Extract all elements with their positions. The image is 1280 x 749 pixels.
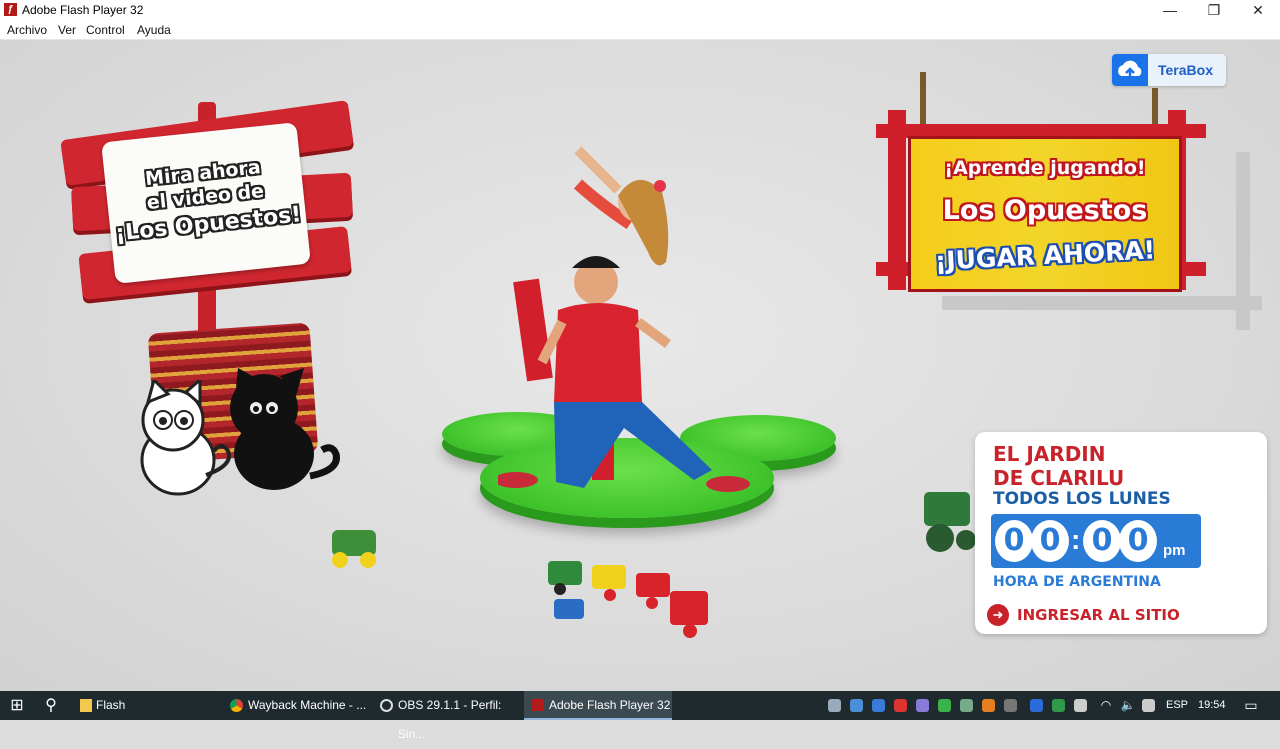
play-now-sign[interactable]: ¡Aprende jugando! Los Opuestos ¡JUGAR AH…	[908, 136, 1182, 292]
show-title-line-1: EL JARDIN	[993, 442, 1106, 466]
display-tray-icon[interactable]	[1142, 699, 1155, 712]
show-title: EL JARDIN DE CLARILU	[993, 442, 1124, 490]
performers-illustration	[498, 146, 750, 492]
taskbar-item-wayback[interactable]: Wayback Machine - ...	[222, 691, 368, 720]
search-icon[interactable]: ⚲	[36, 691, 66, 720]
watch-video-sign[interactable]: Mira ahora el video de ¡Los Opuestos!	[101, 122, 311, 284]
black-cat-icon	[230, 368, 340, 490]
play-sign-line-1: ¡Aprende jugando!	[944, 157, 1146, 179]
chrome-icon	[230, 699, 243, 712]
wifi-icon[interactable]: ◠	[1096, 691, 1116, 720]
window-title-bar: ƒ Adobe Flash Player 32 — ❐ ✕	[0, 0, 1280, 21]
bluetooth-icon[interactable]	[1030, 699, 1043, 712]
terabox-tray-icon[interactable]	[872, 699, 885, 712]
sign-shadow	[942, 296, 1262, 310]
menu-bar: Archivo Ver Control Ayuda	[0, 21, 1280, 40]
clock-hour-ones: 0	[1031, 520, 1069, 562]
taskbar-item-flash[interactable]: Flash	[72, 691, 216, 720]
taskbar-item-label: Adobe Flash Player 32	[549, 698, 671, 712]
schedule-panel: EL JARDIN DE CLARILU TODOS LOS LUNES 0 0…	[975, 432, 1267, 634]
battery-icon[interactable]	[1074, 699, 1087, 712]
enter-site-link[interactable]: INGRESAR AL SITIO	[1017, 606, 1180, 624]
whatsapp-tray-icon[interactable]	[938, 699, 951, 712]
clock-hour-tens: 0	[995, 520, 1033, 562]
notifications-icon[interactable]: ▭	[1240, 691, 1262, 720]
play-now-link[interactable]: ¡JUGAR AHORA!	[910, 234, 1179, 277]
window-title: Adobe Flash Player 32	[22, 3, 144, 17]
flash-app-icon: ƒ	[4, 3, 17, 16]
close-button[interactable]: ✕	[1236, 0, 1280, 21]
mega-tray-icon[interactable]	[894, 699, 907, 712]
restore-button[interactable]: ❐	[1192, 0, 1236, 21]
toy-train-icon	[548, 561, 708, 638]
timezone-label: HORA DE ARGENTINA	[993, 574, 1161, 590]
chat-tray-icon[interactable]	[960, 699, 973, 712]
taskbar-item-flash-player[interactable]: Adobe Flash Player 32	[524, 691, 672, 720]
menu-control[interactable]: Control	[86, 23, 125, 37]
flash-stage[interactable]: Mira ahora el video de ¡Los Opuestos! ¡A…	[0, 40, 1280, 691]
terabox-badge[interactable]: TeraBox	[1112, 54, 1226, 86]
volume-icon[interactable]: 🔈	[1118, 691, 1138, 720]
flash-player-icon	[532, 699, 544, 711]
menu-ver[interactable]: Ver	[58, 23, 76, 37]
obs-icon	[380, 699, 393, 712]
folder-icon	[80, 699, 92, 712]
vlc-tray-icon[interactable]	[982, 699, 995, 712]
arrow-right-icon[interactable]: ➜	[987, 604, 1009, 626]
schedule-day: TODOS LOS LUNES	[993, 489, 1171, 509]
obs-tray-icon[interactable]	[1004, 699, 1017, 712]
clock-minute-ones: 0	[1119, 520, 1157, 562]
toy-tractor-icon	[924, 492, 976, 552]
toy-crocodile-icon	[332, 530, 376, 568]
sign-frame	[888, 110, 906, 290]
input-language[interactable]: ESP	[1166, 691, 1188, 720]
clock-colon: :	[1071, 524, 1081, 555]
taskbar-item-label: OBS 29.1.1 - Perfil: Sin...	[398, 698, 502, 741]
taskbar: ⊞ ⚲ Flash Wayback Machine - ... OBS 29.1…	[0, 691, 1280, 741]
minimize-button[interactable]: —	[1148, 0, 1192, 21]
play-sign-line-2: Los Opuestos	[942, 195, 1148, 226]
menu-ayuda[interactable]: Ayuda	[137, 23, 171, 37]
clock-ampm: pm	[1163, 542, 1186, 559]
show-title-line-2: DE CLARILU	[993, 466, 1125, 490]
sign-shadow	[1236, 152, 1250, 330]
taskbar-item-label: Flash	[96, 698, 126, 712]
menu-archivo[interactable]: Archivo	[7, 23, 47, 37]
system-clock[interactable]: 19:54	[1198, 691, 1226, 720]
taskbar-item-obs[interactable]: OBS 29.1.1 - Perfil: Sin...	[372, 691, 520, 741]
security-tray-icon[interactable]	[1052, 699, 1065, 712]
broadcast-clock: 0 0 : 0 0 pm	[991, 514, 1201, 568]
taskbar-item-label: Wayback Machine - ...	[248, 698, 367, 712]
clock-minute-tens: 0	[1083, 520, 1121, 562]
cloud-upload-icon	[1112, 54, 1148, 86]
terabox-label: TeraBox	[1158, 62, 1213, 78]
windows-start-icon[interactable]: ⊞	[0, 691, 34, 720]
drive-tray-icon[interactable]	[850, 699, 863, 712]
cloud-tray-icon[interactable]	[828, 699, 841, 712]
moon-icon	[1215, 512, 1259, 580]
gamepad-tray-icon[interactable]	[916, 699, 929, 712]
